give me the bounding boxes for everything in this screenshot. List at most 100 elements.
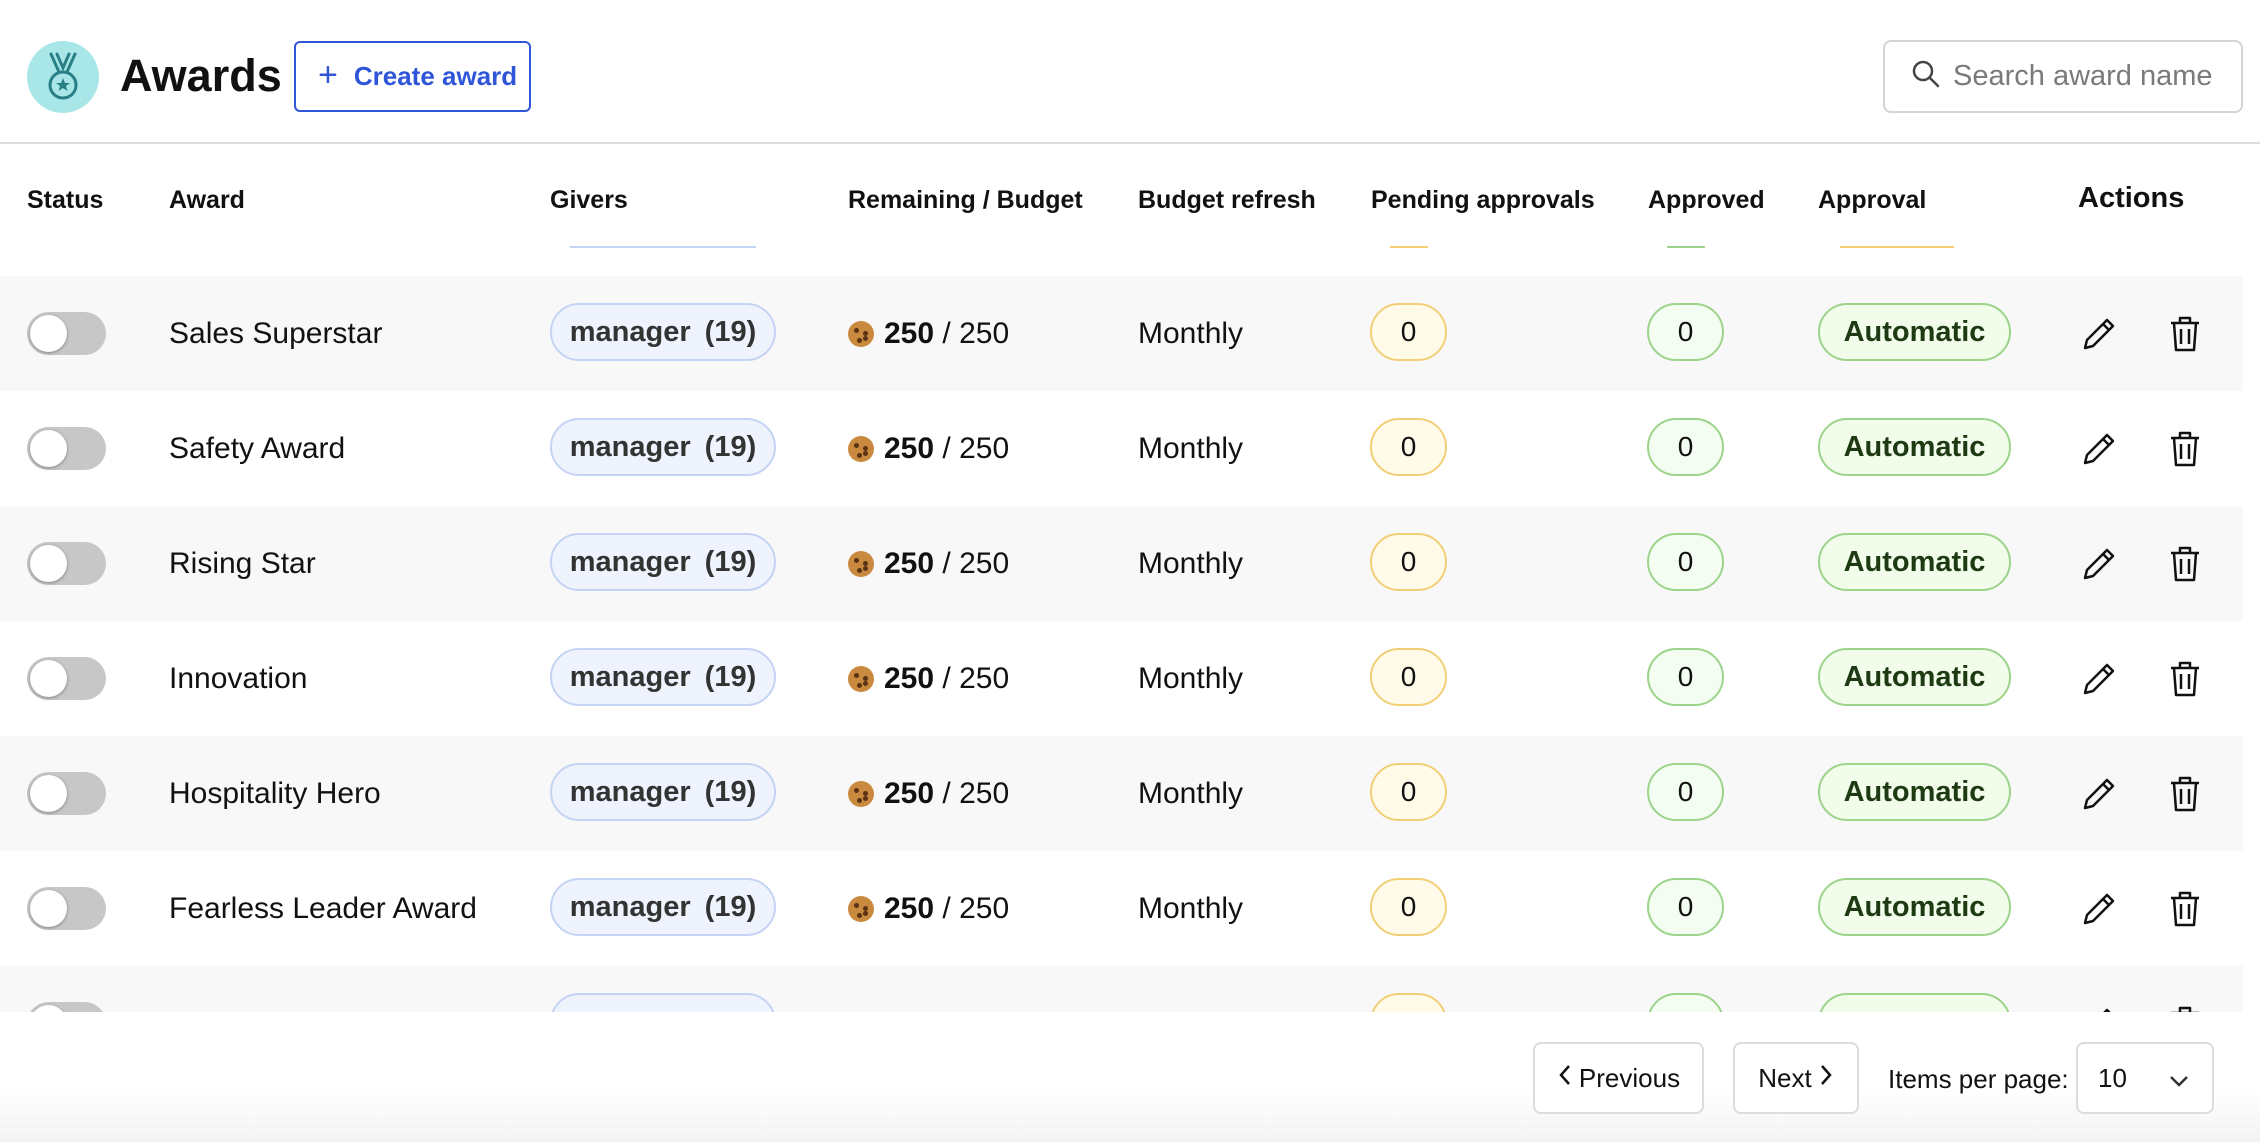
givers-badge[interactable]: manager (19) — [550, 878, 776, 936]
approved-badge[interactable]: 0 — [1647, 303, 1724, 361]
status-toggle[interactable] — [27, 312, 106, 355]
search-icon — [1911, 59, 1941, 94]
status-toggle[interactable] — [27, 1002, 106, 1012]
next-page-button[interactable]: Next — [1733, 1042, 1859, 1114]
column-header-budget[interactable]: Remaining / Budget — [848, 186, 1083, 215]
edit-icon[interactable] — [2077, 887, 2121, 931]
award-name[interactable]: Rising Star — [169, 506, 316, 621]
givers-badge[interactable] — [550, 993, 776, 1012]
column-header-award[interactable]: Award — [169, 186, 245, 215]
column-header-refresh[interactable]: Budget refresh — [1138, 186, 1316, 215]
pagination-bar: Previous Next Items per page: 10 — [0, 1012, 2260, 1142]
trash-icon[interactable] — [2163, 427, 2207, 471]
chevron-down-icon — [2168, 1068, 2190, 1099]
approved-badge[interactable]: 0 — [1647, 878, 1724, 936]
scrolled-row-edge — [1840, 246, 1954, 248]
trash-icon[interactable] — [2163, 772, 2207, 816]
table-row: Fearless Leader Award manager (19) 250 /… — [0, 851, 2243, 966]
pending-approvals-badge[interactable]: 0 — [1370, 418, 1447, 476]
approval-type-badge: Automatic — [1818, 648, 2011, 706]
approval-type-badge: Automatic — [1818, 878, 2011, 936]
pending-approvals-badge[interactable] — [1370, 993, 1447, 1012]
approval-type-badge: Automatic — [1818, 763, 2011, 821]
cookie-icon — [848, 550, 874, 577]
budget-refresh: Monthly — [1138, 891, 1244, 925]
award-name[interactable]: Safety Award — [169, 391, 345, 506]
cookie-icon — [848, 895, 874, 922]
award-name[interactable]: Fearless Leader Award — [169, 851, 477, 966]
status-toggle[interactable] — [27, 542, 106, 585]
givers-badge[interactable]: manager (19) — [550, 648, 776, 706]
budget-refresh: Monthly — [1138, 431, 1244, 465]
search-input[interactable] — [1951, 59, 2241, 94]
approval-type-badge: Automatic — [1818, 418, 2011, 476]
edit-icon[interactable] — [2077, 772, 2121, 816]
budget-refresh: Monthly — [1138, 776, 1244, 810]
status-toggle[interactable] — [27, 657, 106, 700]
status-toggle[interactable] — [27, 887, 106, 930]
trash-icon[interactable] — [2163, 1002, 2207, 1012]
edit-icon[interactable] — [2077, 542, 2121, 586]
pending-approvals-badge[interactable]: 0 — [1370, 878, 1447, 936]
cookie-icon — [848, 665, 874, 692]
pending-approvals-badge[interactable]: 0 — [1370, 533, 1447, 591]
approved-badge[interactable] — [1647, 993, 1724, 1012]
pending-approvals-badge[interactable]: 0 — [1370, 303, 1447, 361]
table-row: Hospitality Hero manager (19) 250 / 250 … — [0, 736, 2243, 851]
approval-type-badge: Automatic — [1818, 303, 2011, 361]
table-row: Sales Superstar manager (19) 250 / 250 M… — [0, 276, 2243, 391]
items-per-page-value: 10 — [2098, 1062, 2127, 1093]
budget-value: 250 / 250 — [848, 851, 1009, 966]
budget-refresh: Monthly — [1138, 546, 1244, 580]
givers-badge[interactable]: manager (19) — [550, 418, 776, 476]
trash-icon[interactable] — [2163, 657, 2207, 701]
award-name[interactable]: Innovation — [169, 621, 307, 736]
approved-badge[interactable]: 0 — [1647, 648, 1724, 706]
givers-badge[interactable]: manager (19) — [550, 303, 776, 361]
previous-page-button[interactable]: Previous — [1533, 1042, 1704, 1114]
edit-icon[interactable] — [2077, 657, 2121, 701]
pending-approvals-badge[interactable]: 0 — [1370, 763, 1447, 821]
search-box[interactable] — [1883, 40, 2243, 113]
budget-value: 250 / 250 — [848, 506, 1009, 621]
givers-badge[interactable]: manager (19) — [550, 763, 776, 821]
create-award-label: Create award — [353, 61, 518, 91]
column-header-givers[interactable]: Givers — [550, 186, 628, 215]
givers-badge[interactable]: manager (19) — [550, 533, 776, 591]
create-award-button[interactable]: + Create award — [294, 41, 531, 112]
budget-refresh: Monthly — [1138, 661, 1244, 695]
previous-label: Previous — [1578, 1062, 1681, 1093]
edit-icon[interactable] — [2077, 1002, 2121, 1012]
page-header: Awards + Create award — [0, 0, 2260, 144]
column-header-status[interactable]: Status — [27, 186, 103, 215]
awards-table-body: Sales Superstar manager (19) 250 / 250 M… — [0, 246, 2260, 1012]
page-title: Awards — [120, 50, 282, 101]
cookie-icon — [848, 435, 874, 462]
approved-badge[interactable]: 0 — [1647, 533, 1724, 591]
budget-value: 250 / 250 — [848, 391, 1009, 506]
items-per-page-select[interactable]: 10 — [2076, 1042, 2214, 1114]
approved-badge[interactable]: 0 — [1647, 763, 1724, 821]
items-per-page-label: Items per page: — [1888, 1064, 2069, 1094]
trash-icon[interactable] — [2163, 887, 2207, 931]
status-toggle[interactable] — [27, 427, 106, 470]
table-header: Status Award Givers Remaining / Budget B… — [0, 146, 2260, 246]
budget-value: 250 / 250 — [848, 621, 1009, 736]
pending-approvals-badge[interactable]: 0 — [1370, 648, 1447, 706]
trash-icon[interactable] — [2163, 312, 2207, 356]
approved-badge[interactable]: 0 — [1647, 418, 1724, 476]
table-row: Rising Star manager (19) 250 / 250 Month… — [0, 506, 2243, 621]
column-header-approval[interactable]: Approval — [1818, 186, 1926, 215]
column-header-approved[interactable]: Approved — [1648, 186, 1765, 215]
award-name[interactable]: Sales Superstar — [169, 276, 382, 391]
edit-icon[interactable] — [2077, 427, 2121, 471]
approval-type-badge: Automatic — [1818, 533, 2011, 591]
award-name[interactable]: Hospitality Hero — [169, 736, 381, 851]
trash-icon[interactable] — [2163, 542, 2207, 586]
status-toggle[interactable] — [27, 772, 106, 815]
scrolled-row-edge — [1667, 246, 1705, 248]
column-header-pending[interactable]: Pending approvals — [1371, 186, 1595, 215]
edit-icon[interactable] — [2077, 312, 2121, 356]
table-row: Safety Award manager (19) 250 / 250 Mont… — [0, 391, 2243, 506]
next-label: Next — [1758, 1062, 1812, 1093]
